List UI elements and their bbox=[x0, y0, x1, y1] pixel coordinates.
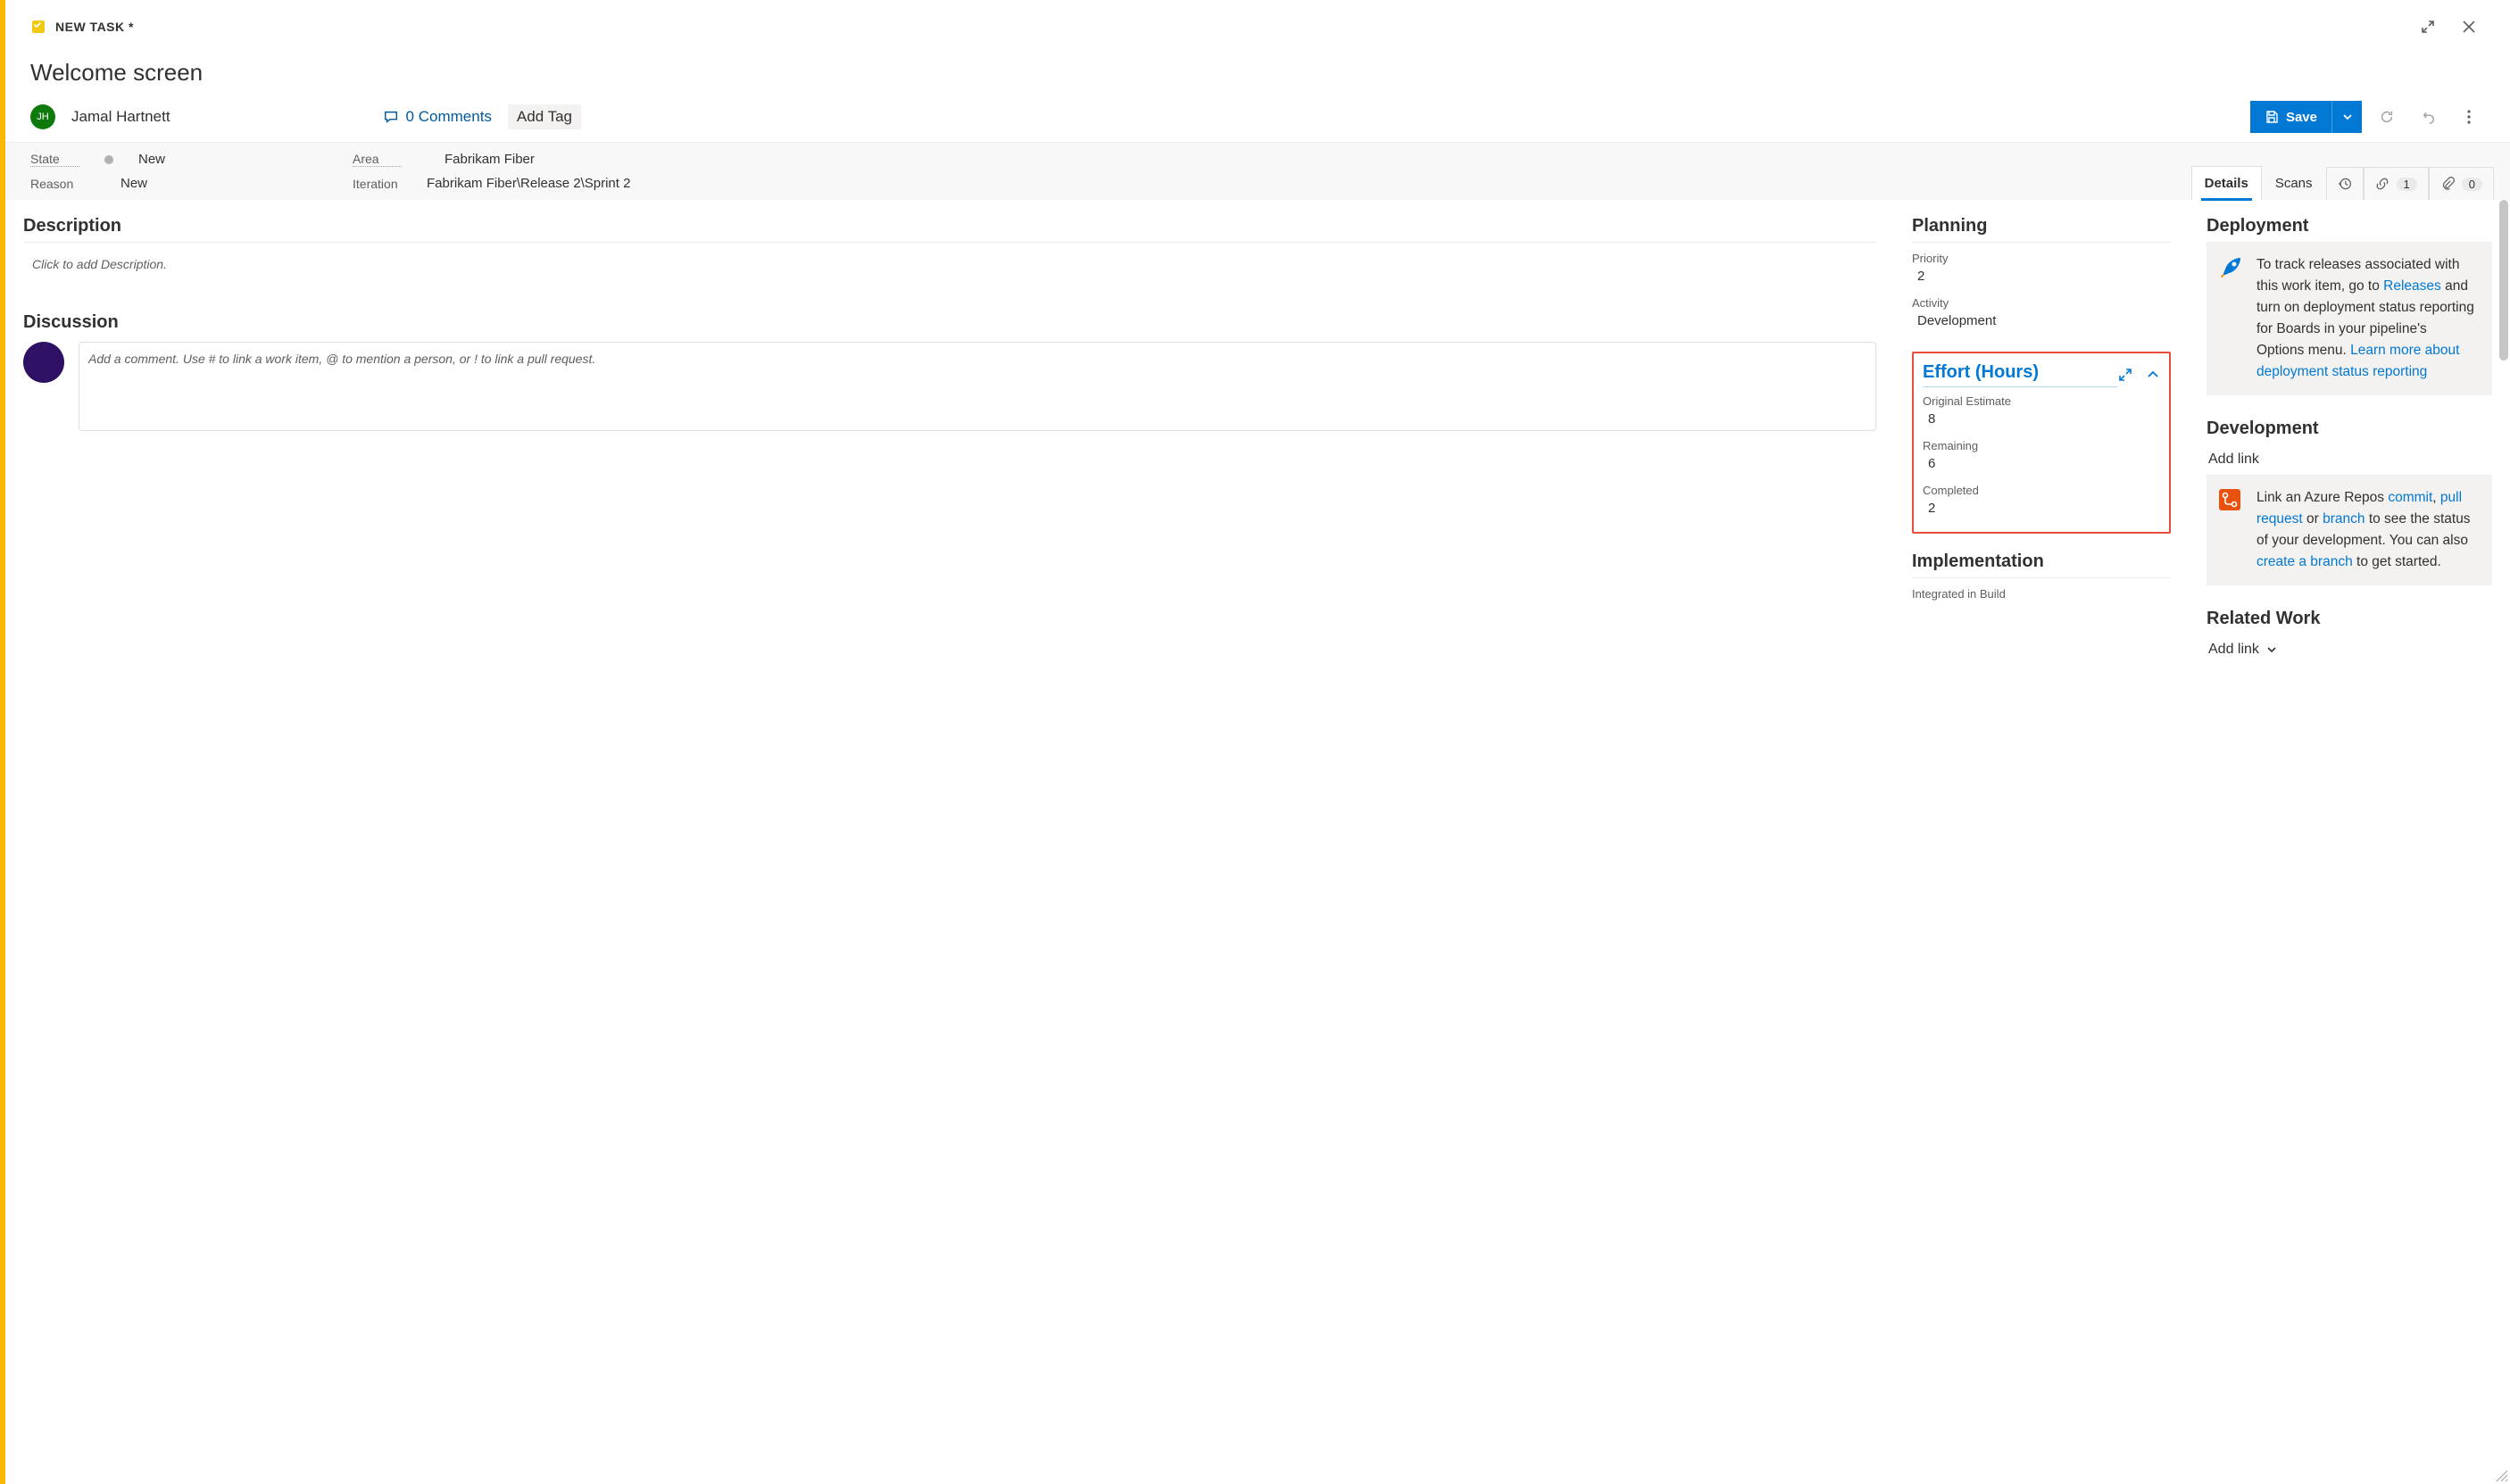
tab-scans[interactable]: Scans bbox=[2262, 166, 2326, 200]
attachment-icon bbox=[2440, 177, 2455, 191]
remaining-value[interactable]: 6 bbox=[1923, 452, 2160, 480]
original-estimate-label: Original Estimate bbox=[1923, 394, 2160, 408]
comment-icon bbox=[383, 109, 399, 125]
expand-icon[interactable] bbox=[2117, 367, 2133, 383]
save-split-button: Save bbox=[2250, 101, 2362, 133]
fullscreen-icon[interactable] bbox=[2412, 11, 2444, 43]
description-heading: Description bbox=[23, 216, 1876, 236]
development-heading: Development bbox=[2207, 419, 2492, 439]
add-tag-button[interactable]: Add Tag bbox=[508, 104, 581, 129]
area-value[interactable]: Fabrikam Fiber bbox=[445, 152, 535, 167]
state-dot-icon bbox=[104, 155, 113, 164]
iteration-label: Iteration bbox=[353, 177, 402, 191]
chevron-down-icon bbox=[2342, 112, 2353, 122]
tab-details[interactable]: Details bbox=[2191, 166, 2262, 200]
integrated-build-label: Integrated in Build bbox=[1912, 587, 2171, 601]
save-dropdown-button[interactable] bbox=[2331, 101, 2362, 133]
state-value[interactable]: New bbox=[138, 152, 165, 167]
undo-icon[interactable] bbox=[2412, 101, 2444, 133]
reason-value[interactable]: New bbox=[121, 176, 147, 191]
comments-link[interactable]: 0 Comments bbox=[383, 108, 492, 126]
priority-value[interactable]: 2 bbox=[1912, 265, 2171, 293]
close-icon[interactable] bbox=[2453, 11, 2485, 43]
scrollbar-thumb[interactable] bbox=[2499, 200, 2508, 361]
assignee-name[interactable]: Jamal Hartnett bbox=[71, 108, 170, 126]
current-user-avatar bbox=[23, 342, 64, 383]
tab-history[interactable] bbox=[2326, 167, 2364, 200]
chevron-up-icon[interactable] bbox=[2146, 367, 2160, 381]
reason-label: Reason bbox=[30, 177, 79, 191]
tab-links[interactable]: 1 bbox=[2364, 167, 2429, 200]
task-type-label: NEW TASK * bbox=[55, 20, 134, 34]
remaining-label: Remaining bbox=[1923, 439, 2160, 452]
related-work-heading: Related Work bbox=[2207, 609, 2492, 629]
comments-count: 0 Comments bbox=[406, 108, 492, 126]
tab-attachments[interactable]: 0 bbox=[2429, 167, 2494, 200]
description-input[interactable]: Click to add Description. bbox=[23, 252, 1876, 277]
deployment-heading: Deployment bbox=[2207, 216, 2492, 236]
chevron-down-icon bbox=[2266, 644, 2277, 655]
work-item-title[interactable]: Welcome screen bbox=[30, 59, 2510, 87]
original-estimate-value[interactable]: 8 bbox=[1923, 408, 2160, 435]
link-icon bbox=[2375, 177, 2389, 191]
branch-link[interactable]: branch bbox=[2323, 511, 2365, 526]
avatar[interactable]: JH bbox=[30, 104, 55, 129]
history-icon bbox=[2338, 177, 2352, 191]
completed-value[interactable]: 2 bbox=[1923, 497, 2160, 525]
state-label: State bbox=[30, 152, 79, 167]
implementation-heading: Implementation bbox=[1912, 551, 2171, 572]
effort-heading[interactable]: Effort (Hours) bbox=[1923, 362, 2117, 387]
commit-link[interactable]: commit bbox=[2388, 490, 2432, 505]
planning-heading: Planning bbox=[1912, 216, 2171, 236]
comment-input[interactable]: Add a comment. Use # to link a work item… bbox=[79, 342, 1876, 431]
effort-section: Effort (Hours) Original Estimate 8 Remai… bbox=[1912, 352, 2171, 534]
create-branch-link[interactable]: create a branch bbox=[2257, 554, 2353, 569]
iteration-value[interactable]: Fabrikam Fiber\Release 2\Sprint 2 bbox=[427, 176, 630, 191]
task-type-icon bbox=[30, 19, 46, 35]
save-icon bbox=[2265, 110, 2279, 124]
links-count-badge: 1 bbox=[2397, 178, 2417, 191]
development-info-card: Link an Azure Repos commit, pull request… bbox=[2207, 475, 2492, 585]
discussion-heading: Discussion bbox=[23, 312, 1876, 333]
more-actions-icon[interactable] bbox=[2453, 101, 2485, 133]
completed-label: Completed bbox=[1923, 484, 2160, 497]
refresh-icon[interactable] bbox=[2371, 101, 2403, 133]
activity-label: Activity bbox=[1912, 296, 2171, 310]
development-add-link[interactable]: Add link bbox=[2207, 444, 2492, 475]
priority-label: Priority bbox=[1912, 252, 2171, 265]
resize-handle-icon[interactable] bbox=[2496, 1470, 2508, 1482]
deployment-info-card: To track releases associated with this w… bbox=[2207, 242, 2492, 395]
releases-link[interactable]: Releases bbox=[2383, 278, 2441, 294]
repo-icon bbox=[2217, 487, 2242, 519]
save-button[interactable]: Save bbox=[2250, 101, 2331, 133]
activity-value[interactable]: Development bbox=[1912, 310, 2171, 337]
related-add-link[interactable]: Add link bbox=[2207, 634, 2492, 665]
rocket-icon bbox=[2217, 254, 2244, 288]
attachments-count-badge: 0 bbox=[2462, 178, 2482, 191]
area-label: Area bbox=[353, 152, 402, 167]
